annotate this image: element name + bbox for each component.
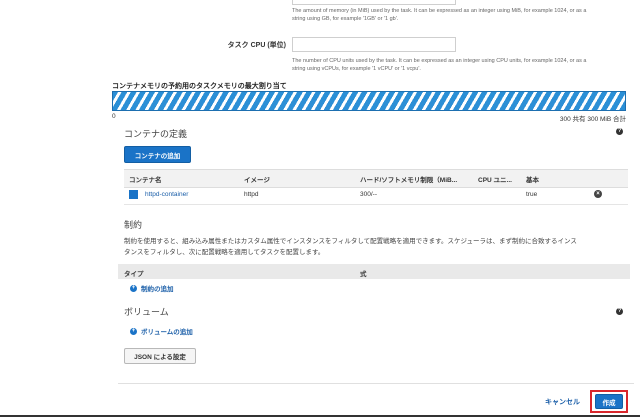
container-memory: 300/-- xyxy=(360,191,377,198)
column-header-memory[interactable]: ハード/ソフトメモリ制限（MiB... xyxy=(360,174,472,184)
add-volume-link[interactable]: + ボリュームの追加 xyxy=(130,326,193,336)
constraints-description-line: タンスをフィルタし、次に配置戦略を適用してタスクを配置します。 xyxy=(124,249,325,256)
constraints-table-header xyxy=(118,264,630,279)
configure-via-json-button[interactable]: JSON による設定 xyxy=(124,348,196,364)
column-header-essential[interactable]: 基本 xyxy=(526,174,539,184)
volumes-title: ボリューム xyxy=(124,307,169,317)
plus-icon: + xyxy=(130,284,137,292)
column-header-expression: 式 xyxy=(360,271,367,278)
add-container-button[interactable]: コンテナの追加 xyxy=(124,146,191,163)
create-button[interactable]: 作成 xyxy=(595,394,623,409)
plus-icon: + xyxy=(130,327,137,335)
task-memory-help: The amount of memory (in MiB) used by th… xyxy=(292,7,632,23)
task-memory-help-line: The amount of memory (in MiB) used by th… xyxy=(292,8,587,14)
container-icon xyxy=(129,190,138,199)
container-name-link[interactable]: httpd-container xyxy=(145,191,188,198)
memory-allocation-label: コンテナメモリの予約用のタスクメモリの最大割り当て xyxy=(112,83,287,90)
task-cpu-help: The number of CPU units used by the task… xyxy=(292,57,632,73)
column-header-name[interactable]: コンテナ名 xyxy=(129,174,162,184)
column-header-type: タイプ xyxy=(124,271,144,278)
task-cpu-label: タスク CPU (単位) xyxy=(227,42,286,49)
memory-allocation-summary: 300 共有 300 MiB 合計 xyxy=(559,116,626,123)
help-icon[interactable]: ? xyxy=(616,128,623,135)
column-header-image[interactable]: イメージ xyxy=(244,174,270,184)
task-memory-input[interactable] xyxy=(292,0,456,5)
add-volume-label: ボリュームの追加 xyxy=(141,329,193,336)
task-cpu-help-line: The number of CPU units used by the task… xyxy=(292,58,587,64)
memory-allocation-bar xyxy=(112,91,626,111)
constraints-description-line: 制約を使用すると、組み込み属性またはカスタム属性でインスタンスをフィルタして配置… xyxy=(124,238,577,245)
footer-divider xyxy=(118,383,634,384)
help-icon[interactable]: ? xyxy=(616,308,623,315)
add-constraint-label: 制約の追加 xyxy=(141,286,174,293)
task-memory-help-line: string using GB, for example '1GB' or '1… xyxy=(292,16,399,22)
container-definitions-title: コンテナの定義 xyxy=(124,129,188,139)
constraints-description: 制約を使用すると、組み込み属性またはカスタム属性でインスタンスをフィルタして配置… xyxy=(124,236,630,258)
constraints-title: 制約 xyxy=(124,220,143,230)
remove-icon[interactable]: × xyxy=(594,190,602,198)
container-image: httpd xyxy=(244,191,259,198)
cancel-link[interactable]: キャンセル xyxy=(545,397,580,407)
task-cpu-help-line: string using vCPUs, for example '1 vCPU'… xyxy=(292,66,421,72)
task-cpu-input[interactable] xyxy=(292,37,456,52)
add-constraint-link[interactable]: + 制約の追加 xyxy=(130,283,174,293)
column-header-cpu[interactable]: CPU ユニ... xyxy=(478,174,522,184)
memory-allocation-min: 0 xyxy=(112,113,116,120)
container-essential: true xyxy=(526,191,538,198)
